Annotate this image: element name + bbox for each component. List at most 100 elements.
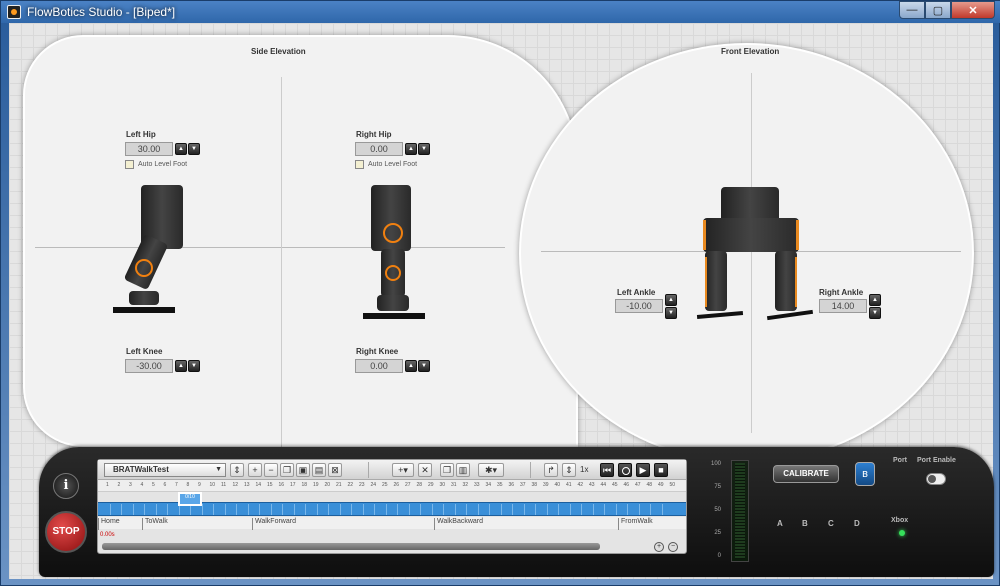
stop-playback-icon[interactable]: ■ <box>654 463 668 477</box>
segment-label[interactable]: WalkBackward <box>434 518 483 530</box>
loop-icon[interactable]: ↱ <box>544 463 558 477</box>
speed-spinner-button[interactable]: ⇕ <box>562 463 576 477</box>
copy-keyframe-icon[interactable]: ❐ <box>440 463 454 477</box>
ruler-tick: 43 <box>589 482 595 488</box>
left-hip-up-button[interactable]: ▲ <box>175 143 187 155</box>
left-knee-field[interactable]: -30.00 <box>125 359 173 373</box>
track-cell-divider <box>351 504 352 515</box>
open-folder-icon[interactable]: ▤ <box>312 463 326 477</box>
left-hip-down-button[interactable]: ▼ <box>188 143 200 155</box>
right-knee-down-button[interactable]: ▼ <box>418 360 430 372</box>
meter-scale: 100 75 50 25 0 <box>705 461 721 561</box>
add-keyframe-button[interactable]: +▾ <box>392 463 414 477</box>
info-button[interactable]: i <box>53 473 79 499</box>
play-icon[interactable]: ▶ <box>636 463 650 477</box>
right-knee-up-button[interactable]: ▲ <box>405 360 417 372</box>
save-icon[interactable]: ▣ <box>296 463 310 477</box>
bluetooth-icon[interactable]: ʙ <box>855 462 875 486</box>
minimize-button[interactable]: — <box>899 1 925 19</box>
left-ankle-up-button[interactable]: ▲ <box>665 294 677 306</box>
zoom-out-icon[interactable]: − <box>668 542 678 552</box>
timeline-scrollbar[interactable] <box>102 543 600 550</box>
paste-keyframe-icon[interactable]: ▥ <box>456 463 470 477</box>
right-knee-field[interactable]: 0.00 <box>355 359 403 373</box>
ruler-tick: 2 <box>117 482 121 488</box>
ruler-tick: 12 <box>232 482 239 488</box>
segment-label[interactable]: WalkForward <box>252 518 296 530</box>
right-hip-field[interactable]: 0.00 <box>355 142 403 156</box>
front-left-foot <box>696 311 744 319</box>
right-hip-down-button[interactable]: ▼ <box>418 143 430 155</box>
sequence-select[interactable]: BRATWalkTest ▼ <box>104 463 226 477</box>
record-icon[interactable] <box>618 463 632 477</box>
calibrate-button[interactable]: CALIBRATE <box>773 465 839 483</box>
ruler-tick: 30 <box>439 482 446 488</box>
close-button[interactable]: ✕ <box>951 1 995 19</box>
timeline-toolbar: BRATWalkTest ▼ ⇕ + − ❐ ▣ ▤ ⊠ +▾ ✕ ❐ ▥ ✱▾ <box>98 460 686 480</box>
left-knee-down-button[interactable]: ▼ <box>188 360 200 372</box>
right-ankle-stepper: ▲ ▼ <box>869 294 881 319</box>
left-ankle-down-button[interactable]: ▼ <box>665 307 677 319</box>
window-title: FlowBotics Studio - [Biped*] <box>27 5 176 19</box>
right-hip-up-button[interactable]: ▲ <box>405 143 417 155</box>
left-knee-joint[interactable] <box>135 259 153 277</box>
meter-scale-label: 50 <box>714 507 721 513</box>
segment-label[interactable]: ToWalk <box>142 518 168 530</box>
left-auto-level-checkbox[interactable] <box>125 160 134 169</box>
left-auto-level-label: Auto Level Foot <box>138 161 188 168</box>
right-ankle-label: Right Ankle <box>819 288 864 297</box>
segment-label[interactable]: FromWalk <box>618 518 653 530</box>
settings-gear-icon[interactable]: ✱▾ <box>478 463 504 477</box>
port-enable-toggle[interactable] <box>926 473 946 485</box>
front-right-leg[interactable] <box>775 251 797 311</box>
right-ankle-down-button[interactable]: ▼ <box>869 307 881 319</box>
side-horizon-line <box>35 247 505 248</box>
add-sequence-button[interactable]: + <box>248 463 262 477</box>
front-left-leg-edge <box>705 257 707 307</box>
right-auto-level-checkbox[interactable] <box>355 160 364 169</box>
front-right-foot <box>766 309 814 321</box>
left-knee-up-button[interactable]: ▲ <box>175 360 187 372</box>
remove-sequence-button[interactable]: − <box>264 463 278 477</box>
track-cell-divider <box>627 504 628 515</box>
front-right-leg-edge <box>795 257 797 307</box>
ruler-tick: 19 <box>313 482 319 488</box>
track-cell-divider <box>581 504 582 515</box>
toolbar-separator <box>530 462 531 478</box>
track-cell-divider <box>282 504 283 515</box>
stop-button[interactable]: STOP <box>45 511 87 553</box>
right-ankle-up-button[interactable]: ▲ <box>869 294 881 306</box>
left-ankle-field[interactable]: -10.00 <box>615 299 663 313</box>
ruler-tick: 20 <box>324 482 331 488</box>
rewind-icon[interactable]: ⏮ <box>600 463 614 477</box>
zoom-in-icon[interactable]: + <box>654 542 664 552</box>
right-ankle-field[interactable]: 14.00 <box>819 299 867 313</box>
meter-scale-label: 75 <box>714 484 721 490</box>
track-cell-divider <box>615 504 617 515</box>
right-knee-joint[interactable] <box>385 265 401 281</box>
export-icon[interactable]: ⊠ <box>328 463 342 477</box>
maximize-button[interactable]: ▢ <box>925 1 951 19</box>
ruler-tick: 48 <box>646 482 653 488</box>
ruler-tick: 33 <box>474 482 480 488</box>
playhead[interactable]: 0/10 <box>178 492 202 506</box>
front-left-hip-edge <box>703 220 706 250</box>
left-hip-field[interactable]: 30.00 <box>125 142 173 156</box>
ruler-tick: 22 <box>347 482 354 488</box>
right-hip-auto-level[interactable]: Auto Level Foot <box>355 160 417 169</box>
front-left-leg[interactable] <box>705 251 727 311</box>
scrollbar-thumb[interactable] <box>102 543 600 550</box>
track-cell-divider <box>604 504 605 515</box>
ruler-tick: 16 <box>278 482 285 488</box>
timecode: 0.00s <box>100 532 115 538</box>
segment-label[interactable]: Home <box>98 518 120 530</box>
sequence-spinner-button[interactable]: ⇕ <box>230 463 244 477</box>
copy-sequence-icon[interactable]: ❐ <box>280 463 294 477</box>
delete-keyframe-button[interactable]: ✕ <box>418 463 432 477</box>
track-cell-divider <box>259 504 260 515</box>
control-panel: i STOP BRATWalkTest ▼ ⇕ + − ❐ ▣ ▤ ⊠ +▾ ✕… <box>39 447 994 577</box>
left-hip-auto-level[interactable]: Auto Level Foot <box>125 160 187 169</box>
track-cell-divider <box>247 504 249 515</box>
track-cell-divider <box>489 504 490 515</box>
right-hip-joint[interactable] <box>383 223 403 243</box>
